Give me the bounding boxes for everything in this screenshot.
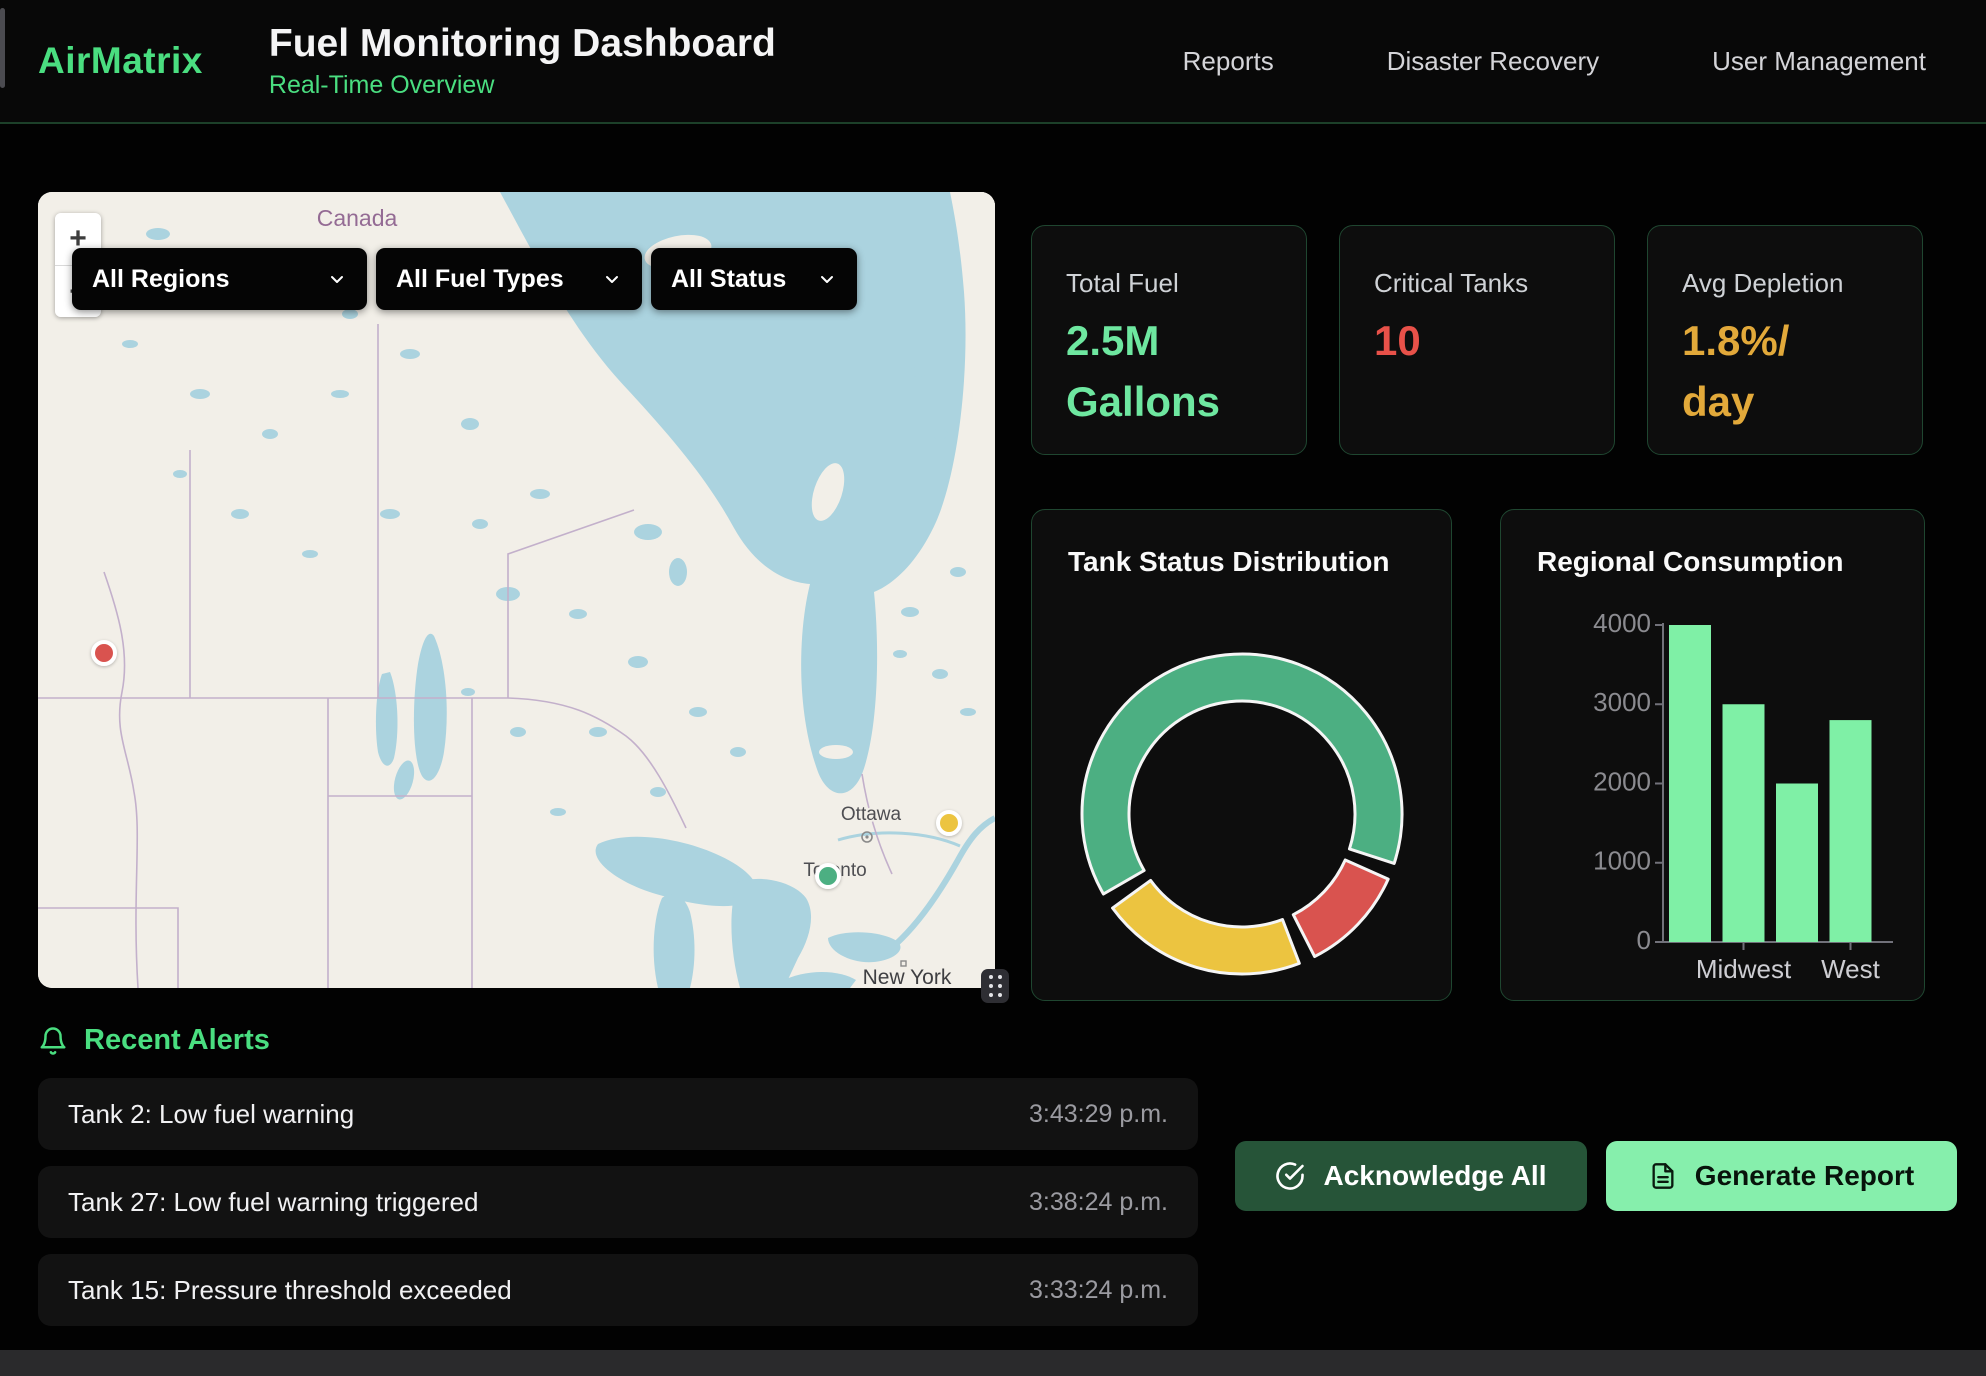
bar-Midwest[interactable] xyxy=(1723,704,1765,942)
brand-logo[interactable]: AirMatrix xyxy=(38,40,203,82)
stat-value: 10 xyxy=(1374,311,1614,372)
nav-user-management[interactable]: User Management xyxy=(1712,46,1926,77)
regional-consumption-chart-card: Regional Consumption 01000200030004000Mi… xyxy=(1500,509,1925,1001)
stat-card-total-fuel: Total Fuel 2.5M Gallons xyxy=(1031,225,1307,455)
document-icon xyxy=(1649,1162,1677,1190)
fuel-type-filter-dropdown[interactable]: All Fuel Types xyxy=(376,248,642,310)
acknowledge-all-label: Acknowledge All xyxy=(1323,1160,1546,1192)
region-filter-value: All Regions xyxy=(92,265,230,294)
page-title: Fuel Monitoring Dashboard xyxy=(269,22,776,66)
map-resize-handle[interactable] xyxy=(981,969,1009,1003)
bottom-bar xyxy=(0,1350,1986,1376)
map-city-label-new-york: New York xyxy=(863,966,952,988)
generate-report-label: Generate Report xyxy=(1695,1160,1914,1192)
bar-chart: 0 1000 2000 3000 4000 Midwest West xyxy=(1501,510,1926,1002)
status-filter-value: All Status xyxy=(671,265,786,294)
chevron-down-icon xyxy=(817,269,837,289)
page-subtitle: Real-Time Overview xyxy=(269,71,776,100)
y-tick-label: 3000 xyxy=(1593,687,1651,717)
donut-segment-warning[interactable] xyxy=(1113,880,1300,974)
y-tick-label: 4000 xyxy=(1593,608,1651,638)
map-marker-normal[interactable] xyxy=(815,863,841,889)
title-block: Fuel Monitoring Dashboard Real-Time Over… xyxy=(269,22,776,100)
status-filter-dropdown[interactable]: All Status xyxy=(651,248,857,310)
alert-row[interactable]: Tank 2: Low fuel warning 3:43:29 p.m. xyxy=(38,1078,1198,1150)
y-tick-label: 0 xyxy=(1637,925,1651,955)
nav-disaster-recovery[interactable]: Disaster Recovery xyxy=(1387,46,1599,77)
nav-reports[interactable]: Reports xyxy=(1183,46,1274,77)
y-tick-label: 2000 xyxy=(1593,766,1651,796)
map[interactable]: Canada Ottawa Toronto New York + − All R… xyxy=(38,192,995,988)
alert-message: Tank 15: Pressure threshold exceeded xyxy=(68,1275,512,1306)
map-lake-michigan xyxy=(654,894,695,988)
fuel-type-filter-value: All Fuel Types xyxy=(396,265,564,294)
x-tick-label: Midwest xyxy=(1696,954,1792,984)
stat-card-avg-depletion: Avg Depletion 1.8%/ day xyxy=(1647,225,1923,455)
region-filter-dropdown[interactable]: All Regions xyxy=(72,248,367,310)
recent-alerts-header: Recent Alerts xyxy=(38,1024,270,1057)
map-marker-critical[interactable] xyxy=(91,640,117,666)
donut-segment-critical[interactable] xyxy=(1293,860,1388,957)
map-marker-warning[interactable] xyxy=(936,810,962,836)
bar-col1[interactable] xyxy=(1669,625,1711,942)
x-tick-label: West xyxy=(1821,954,1881,984)
bar-West[interactable] xyxy=(1830,720,1872,942)
alert-row[interactable]: Tank 27: Low fuel warning triggered 3:38… xyxy=(38,1166,1198,1238)
map-canvas[interactable]: Canada Ottawa Toronto New York xyxy=(38,192,995,988)
map-city-label-ottawa: Ottawa xyxy=(841,804,902,825)
scrollbar-notch[interactable] xyxy=(0,8,5,88)
stat-label: Critical Tanks xyxy=(1374,268,1614,299)
donut-segment-normal[interactable] xyxy=(1082,654,1402,894)
map-country-label: Canada xyxy=(317,205,398,231)
map-island-akimiski xyxy=(819,745,853,759)
alert-time: 3:33:24 p.m. xyxy=(1029,1276,1168,1305)
alert-time: 3:38:24 p.m. xyxy=(1029,1188,1168,1217)
check-circle-icon xyxy=(1275,1161,1305,1191)
stat-value: 1.8%/ day xyxy=(1682,311,1922,433)
stat-label: Avg Depletion xyxy=(1682,268,1922,299)
chevron-down-icon xyxy=(602,269,622,289)
app-root: AirMatrix Fuel Monitoring Dashboard Real… xyxy=(0,0,1986,1376)
stat-card-critical-tanks: Critical Tanks 10 xyxy=(1339,225,1615,455)
bell-icon xyxy=(38,1026,68,1056)
alert-message: Tank 27: Low fuel warning triggered xyxy=(68,1187,478,1218)
map-filters: All Regions All Fuel Types All Status xyxy=(72,248,857,310)
main-nav: Reports Disaster Recovery User Managemen… xyxy=(1183,46,1926,77)
alerts-title: Recent Alerts xyxy=(84,1024,270,1057)
acknowledge-all-button[interactable]: Acknowledge All xyxy=(1235,1141,1587,1211)
alert-message: Tank 2: Low fuel warning xyxy=(68,1099,354,1130)
y-tick-label: 1000 xyxy=(1593,846,1651,876)
bar-col3[interactable] xyxy=(1776,784,1818,943)
chevron-down-icon xyxy=(327,269,347,289)
generate-report-button[interactable]: Generate Report xyxy=(1606,1141,1957,1211)
donut-chart xyxy=(1032,510,1453,1002)
alert-time: 3:43:29 p.m. xyxy=(1029,1100,1168,1129)
alert-row[interactable]: Tank 15: Pressure threshold exceeded 3:3… xyxy=(38,1254,1198,1326)
stat-label: Total Fuel xyxy=(1066,268,1306,299)
header: AirMatrix Fuel Monitoring Dashboard Real… xyxy=(0,0,1986,124)
stat-value: 2.5M Gallons xyxy=(1066,311,1306,433)
tank-status-chart-card: Tank Status Distribution xyxy=(1031,509,1452,1001)
